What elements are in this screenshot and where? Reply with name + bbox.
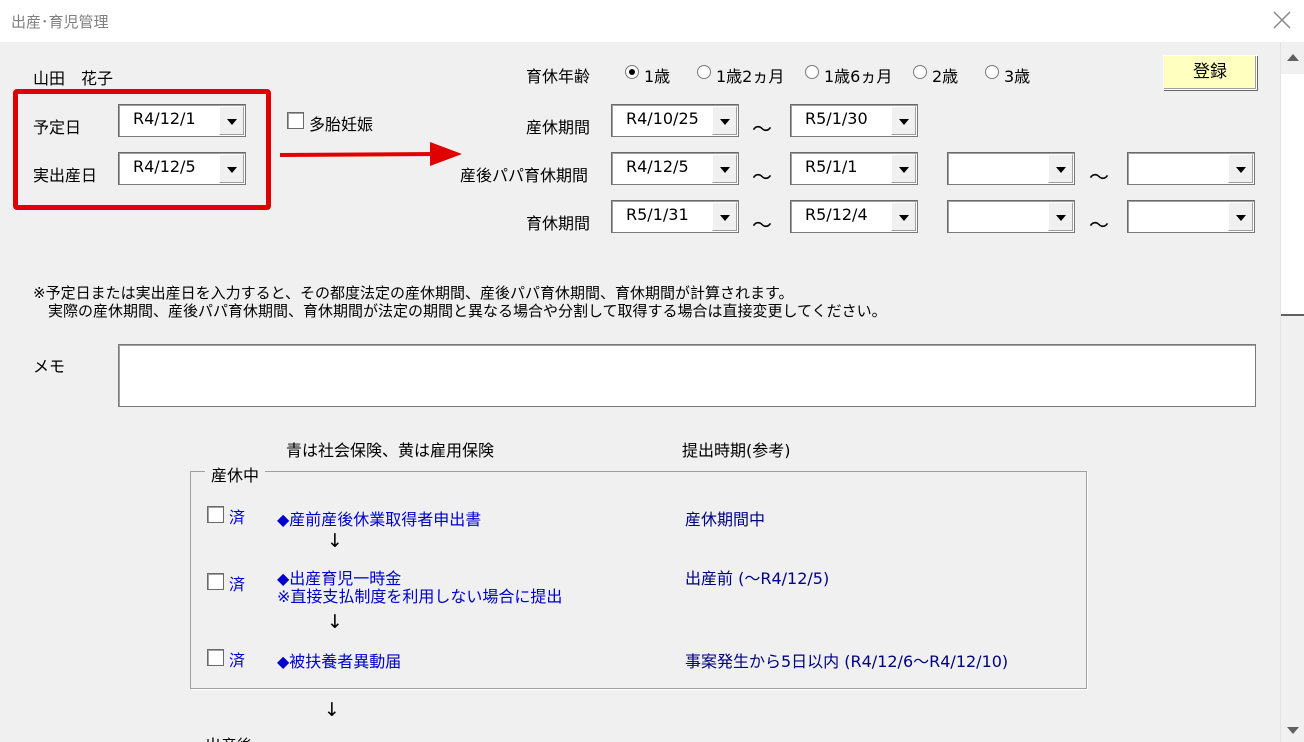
scroll-up-icon[interactable] xyxy=(1287,54,1299,61)
childcare-leave-from2-combo[interactable] xyxy=(947,200,1075,233)
due-date-combo[interactable]: R4/12/1 xyxy=(118,104,246,137)
memo-textarea[interactable] xyxy=(118,344,1256,407)
item-3-name: ◆被扶養者異動届 xyxy=(277,652,402,671)
item-1-done-label: 済 xyxy=(229,508,246,527)
chevron-down-icon[interactable] xyxy=(1228,202,1253,231)
childcare-age-label: 育休年齢 xyxy=(526,67,591,86)
childcare-leave-to-value: R5/12/4 xyxy=(805,205,868,224)
radio-age-3[interactable] xyxy=(985,65,999,79)
childcare-leave-to2-combo[interactable] xyxy=(1127,200,1255,233)
down-arrow: ↓ xyxy=(327,530,343,552)
tilde-separator: ～ xyxy=(752,117,772,141)
due-date-value: R4/12/1 xyxy=(133,109,196,128)
item-3-done-label: 済 xyxy=(229,651,246,670)
chevron-down-icon[interactable] xyxy=(712,202,737,231)
item-1-done-checkbox[interactable] xyxy=(207,506,224,523)
form-body: 山田 花子 予定日 R4/12/1 実出産日 R4/12/5 多胎妊娠 育休年齢… xyxy=(0,42,1280,742)
tilde-separator: ～ xyxy=(752,165,772,189)
item-2-done-label: 済 xyxy=(229,575,246,594)
memo-label: メモ xyxy=(33,357,66,376)
radio-age-1-label: 1歳 xyxy=(644,67,671,86)
chevron-down-icon[interactable] xyxy=(891,106,916,135)
item-2-done-checkbox[interactable] xyxy=(207,573,224,590)
papa-leave-from-value: R4/12/5 xyxy=(626,157,689,176)
item-3-done-checkbox[interactable] xyxy=(207,649,224,666)
insurance-legend: 青は社会保険、黄は雇用保険 xyxy=(286,441,495,460)
papa-leave-to-value: R5/1/1 xyxy=(805,157,858,176)
radio-age-1y2m-label: 1歳2ヵ月 xyxy=(716,67,785,86)
notice-line-2: 実際の産休期間、産後パパ育休期間、育休期間が法定の期間と異なる場合や分割して取得… xyxy=(33,302,887,320)
childcare-leave-from-combo[interactable]: R5/1/31 xyxy=(611,200,739,233)
maternity-leave-to-value: R5/1/30 xyxy=(805,109,868,128)
maternity-leave-label: 産休期間 xyxy=(526,118,591,137)
down-arrow: ↓ xyxy=(324,699,340,721)
timing-header: 提出時期(参考) xyxy=(682,441,791,460)
arrow-right-icon xyxy=(279,142,462,166)
item-1-name: ◆産前産後休業取得者申出書 xyxy=(277,510,482,529)
window-title: 出産･育児管理 xyxy=(11,13,109,31)
scroll-down-icon[interactable] xyxy=(1287,727,1299,734)
tilde-separator: ～ xyxy=(1089,213,1109,237)
chevron-down-icon[interactable] xyxy=(1228,154,1253,183)
chevron-down-icon[interactable] xyxy=(219,106,244,135)
tilde-separator: ～ xyxy=(752,213,772,237)
birth-date-label: 実出産日 xyxy=(33,166,98,185)
multiple-pregnancy-checkbox[interactable] xyxy=(287,112,304,129)
person-name: 山田 花子 xyxy=(33,69,114,88)
radio-age-1[interactable] xyxy=(625,65,639,79)
next-group-title: 出産後 xyxy=(205,732,253,742)
chevron-down-icon[interactable] xyxy=(219,154,244,183)
due-date-label: 予定日 xyxy=(33,118,82,137)
chevron-down-icon[interactable] xyxy=(712,106,737,135)
maternity-leave-from-combo[interactable]: R4/10/25 xyxy=(611,104,739,137)
radio-age-1y6m-label: 1歳6ヵ月 xyxy=(824,67,893,86)
birth-date-value: R4/12/5 xyxy=(133,157,196,176)
childcare-leave-label: 育休期間 xyxy=(526,214,591,233)
radio-age-2[interactable] xyxy=(913,65,927,79)
papa-leave-to2-combo[interactable] xyxy=(1127,152,1255,185)
papa-leave-label: 産後パパ育休期間 xyxy=(460,166,589,185)
chevron-down-icon[interactable] xyxy=(891,154,916,183)
chevron-down-icon[interactable] xyxy=(712,154,737,183)
papa-leave-from2-combo[interactable] xyxy=(947,152,1075,185)
vertical-scrollbar[interactable] xyxy=(1280,42,1304,742)
scrollbar-thumb[interactable] xyxy=(1281,74,1304,316)
register-button[interactable]: 登録 xyxy=(1163,55,1257,90)
chevron-down-icon[interactable] xyxy=(1048,202,1073,231)
item-3-timing: 事案発生から5日以内 (R4/12/6～R4/12/10) xyxy=(685,652,1009,671)
chevron-down-icon[interactable] xyxy=(891,202,916,231)
item-1-timing: 産休期間中 xyxy=(685,510,766,529)
close-icon[interactable] xyxy=(1272,10,1292,30)
childcare-leave-from-value: R5/1/31 xyxy=(626,205,689,224)
papa-leave-to-combo[interactable]: R5/1/1 xyxy=(790,152,918,185)
tilde-separator: ～ xyxy=(1089,165,1109,189)
item-2-note: ※直接支払制度を利用しない場合に提出 xyxy=(277,587,563,606)
radio-age-1y2m[interactable] xyxy=(697,65,711,79)
maternity-leave-from-value: R4/10/25 xyxy=(626,109,699,128)
title-bar: 出産･育児管理 xyxy=(0,0,1304,42)
maternity-leave-to-combo[interactable]: R5/1/30 xyxy=(790,104,918,137)
radio-age-1y6m[interactable] xyxy=(805,65,819,79)
papa-leave-from-combo[interactable]: R4/12/5 xyxy=(611,152,739,185)
down-arrow: ↓ xyxy=(327,611,343,633)
chevron-down-icon[interactable] xyxy=(1048,154,1073,183)
radio-age-2-label: 2歳 xyxy=(932,67,959,86)
multiple-pregnancy-label: 多胎妊娠 xyxy=(309,115,374,134)
radio-age-3-label: 3歳 xyxy=(1004,67,1031,86)
item-2-timing: 出産前 (～R4/12/5) xyxy=(685,569,830,588)
childcare-leave-to-combo[interactable]: R5/12/4 xyxy=(790,200,918,233)
maternity-group-title: 産休中 xyxy=(205,462,266,486)
birth-date-combo[interactable]: R4/12/5 xyxy=(118,152,246,185)
